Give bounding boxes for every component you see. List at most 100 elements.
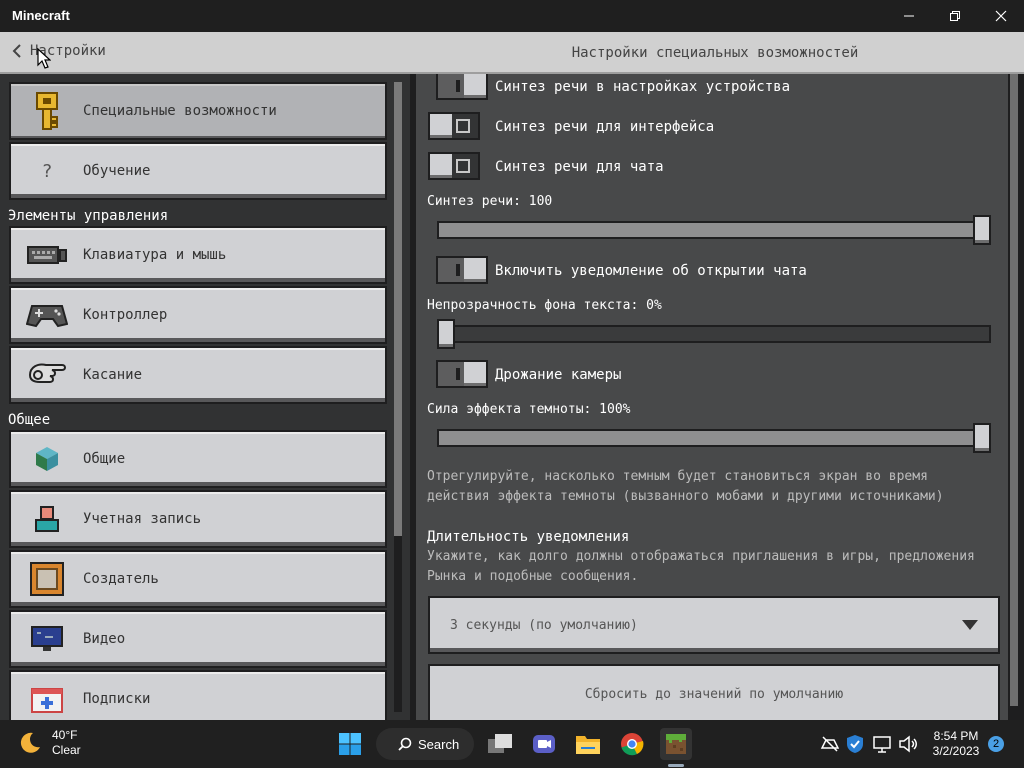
network-offline-icon[interactable]: [820, 734, 840, 754]
minecraft-button[interactable]: [660, 728, 692, 760]
file-explorer-button[interactable]: [572, 728, 604, 760]
sidebar-item-keyboard-mouse[interactable]: Клавиатура и мышь: [9, 226, 387, 284]
chrome-icon: [621, 733, 644, 756]
settings-header: Настройки Настройки специальных возможно…: [0, 32, 1024, 74]
keyboard-mouse-icon: [11, 228, 83, 282]
reset-defaults-button[interactable]: Сбросить до значений по умолчанию: [428, 664, 1000, 720]
taskbar-search[interactable]: Search: [376, 728, 474, 760]
tts-device-label: Синтез речи в настройках устройства: [495, 79, 791, 95]
back-button[interactable]: Настройки: [12, 43, 106, 59]
tts-chat-label: Синтез речи для чата: [495, 159, 664, 175]
weather-widget[interactable]: 40°F Clear: [18, 728, 81, 758]
touch-icon: [11, 348, 83, 402]
maximize-button[interactable]: [932, 0, 978, 32]
settings-content: Синтез речи в настройках устройства Синт…: [416, 74, 1008, 720]
notify-duration-dropdown[interactable]: 3 секунды (по умолчанию): [428, 596, 1000, 654]
sidebar-item-video[interactable]: Видео: [9, 610, 387, 668]
settings-sidebar: Специальные возможности ? Обучение Элеме…: [0, 74, 410, 720]
chat-icon: [533, 735, 555, 753]
tts-ui-toggle[interactable]: [428, 112, 480, 140]
sidebar-item-creator[interactable]: Создатель: [9, 550, 387, 608]
tts-chat-toggle[interactable]: [428, 152, 480, 180]
monitor-icon: [11, 612, 83, 666]
task-view-icon: [488, 734, 512, 753]
darkness-description: Отрегулируйте, насколько темным будет ст…: [427, 469, 944, 504]
sidebar-item-general[interactable]: Общие: [9, 430, 387, 488]
mouse-cursor-icon: [37, 48, 51, 69]
sidebar-item-label: Учетная запись: [83, 511, 202, 527]
gamepad-icon: [11, 288, 83, 342]
display-icon[interactable]: [872, 734, 892, 754]
task-view-button[interactable]: [484, 728, 516, 760]
moon-icon: [20, 732, 40, 753]
sidebar-item-label: Клавиатура и мышь: [83, 247, 227, 263]
chrome-button[interactable]: [616, 728, 648, 760]
security-shield-icon[interactable]: [846, 734, 864, 754]
volume-icon[interactable]: [898, 734, 918, 754]
search-icon: [398, 737, 412, 751]
chevron-down-icon: [962, 620, 978, 630]
question-icon: ?: [41, 160, 53, 182]
notify-duration-description: Укажите, как долго должны отображаться п…: [427, 549, 975, 584]
camera-shake-toggle[interactable]: [436, 360, 488, 388]
clock-time: 8:54 PM: [933, 729, 979, 743]
sidebar-item-label: Специальные возможности: [83, 103, 277, 119]
sidebar-item-label: Создатель: [83, 571, 159, 587]
subscriptions-icon: [11, 672, 83, 720]
folder-icon: [576, 736, 600, 754]
chat-open-notify-label: Включить уведомление об открытии чата: [495, 263, 807, 279]
reset-defaults-label: Сбросить до значений по умолчанию: [584, 686, 844, 702]
taskbar: 40°F Clear Search 8:54 PM 3/2/2023 2: [0, 720, 1024, 768]
sidebar-item-label: Обучение: [83, 163, 151, 179]
title-bar: Minecraft: [0, 0, 1024, 32]
sidebar-item-controller[interactable]: Контроллер: [9, 286, 387, 344]
window-title: Minecraft: [12, 8, 70, 23]
tts-volume-label: Синтез речи: 100: [427, 194, 553, 209]
sidebar-item-label: Контроллер: [83, 307, 168, 323]
text-bg-opacity-slider[interactable]: [437, 325, 991, 343]
sidebar-scrollbar-thumb[interactable]: [394, 82, 402, 536]
key-icon: [11, 84, 83, 138]
cube-icon: [11, 432, 83, 486]
section-heading-general: Общее: [8, 412, 51, 428]
chevron-left-icon: [12, 44, 21, 58]
sidebar-item-accessibility[interactable]: Специальные возможности: [9, 82, 387, 140]
account-icon: [11, 492, 83, 546]
tts-volume-slider[interactable]: [437, 221, 991, 239]
text-bg-opacity-handle[interactable]: [437, 319, 455, 349]
system-clock[interactable]: 8:54 PM 3/2/2023: [926, 729, 986, 759]
tts-volume-handle[interactable]: [973, 215, 991, 245]
section-heading-controls: Элементы управления: [8, 208, 169, 224]
start-button[interactable]: [334, 728, 366, 760]
weather-condition: Clear: [52, 743, 81, 757]
creator-icon: [11, 552, 83, 606]
grass-block-icon: [666, 734, 686, 754]
weather-temp: 40°F: [52, 728, 78, 742]
sidebar-item-subscriptions[interactable]: Подписки: [9, 670, 387, 720]
chat-open-notify-toggle[interactable]: [436, 256, 488, 284]
teams-chat-button[interactable]: [528, 728, 560, 760]
sidebar-item-label: Касание: [83, 367, 143, 383]
darkness-effect-handle[interactable]: [973, 423, 991, 453]
tts-ui-label: Синтез речи для интерфейса: [495, 119, 715, 135]
darkness-effect-slider[interactable]: [437, 429, 991, 447]
minimize-icon: [904, 15, 914, 17]
active-app-indicator: [668, 764, 684, 767]
restore-icon: [950, 11, 960, 21]
tts-device-toggle[interactable]: [436, 74, 488, 100]
close-button[interactable]: [978, 0, 1024, 32]
text-bg-opacity-label: Непрозрачность фона текста: 0%: [427, 298, 662, 313]
sidebar-item-learning[interactable]: ? Обучение: [9, 142, 387, 200]
sidebar-item-label: Общие: [83, 451, 126, 467]
sidebar-item-account[interactable]: Учетная запись: [9, 490, 387, 548]
sidebar-item-label: Видео: [83, 631, 126, 647]
camera-shake-label: Дрожание камеры: [495, 367, 622, 383]
search-label: Search: [418, 736, 460, 752]
sidebar-item-touch[interactable]: Касание: [9, 346, 387, 404]
page-title: Настройки специальных возможностей: [571, 45, 859, 61]
clock-date: 3/2/2023: [932, 744, 980, 758]
content-scrollbar[interactable]: [1010, 74, 1018, 706]
darkness-effect-label: Сила эффекта темноты: 100%: [427, 402, 631, 417]
notification-badge[interactable]: 2: [988, 736, 1004, 752]
minimize-button[interactable]: [886, 0, 932, 32]
